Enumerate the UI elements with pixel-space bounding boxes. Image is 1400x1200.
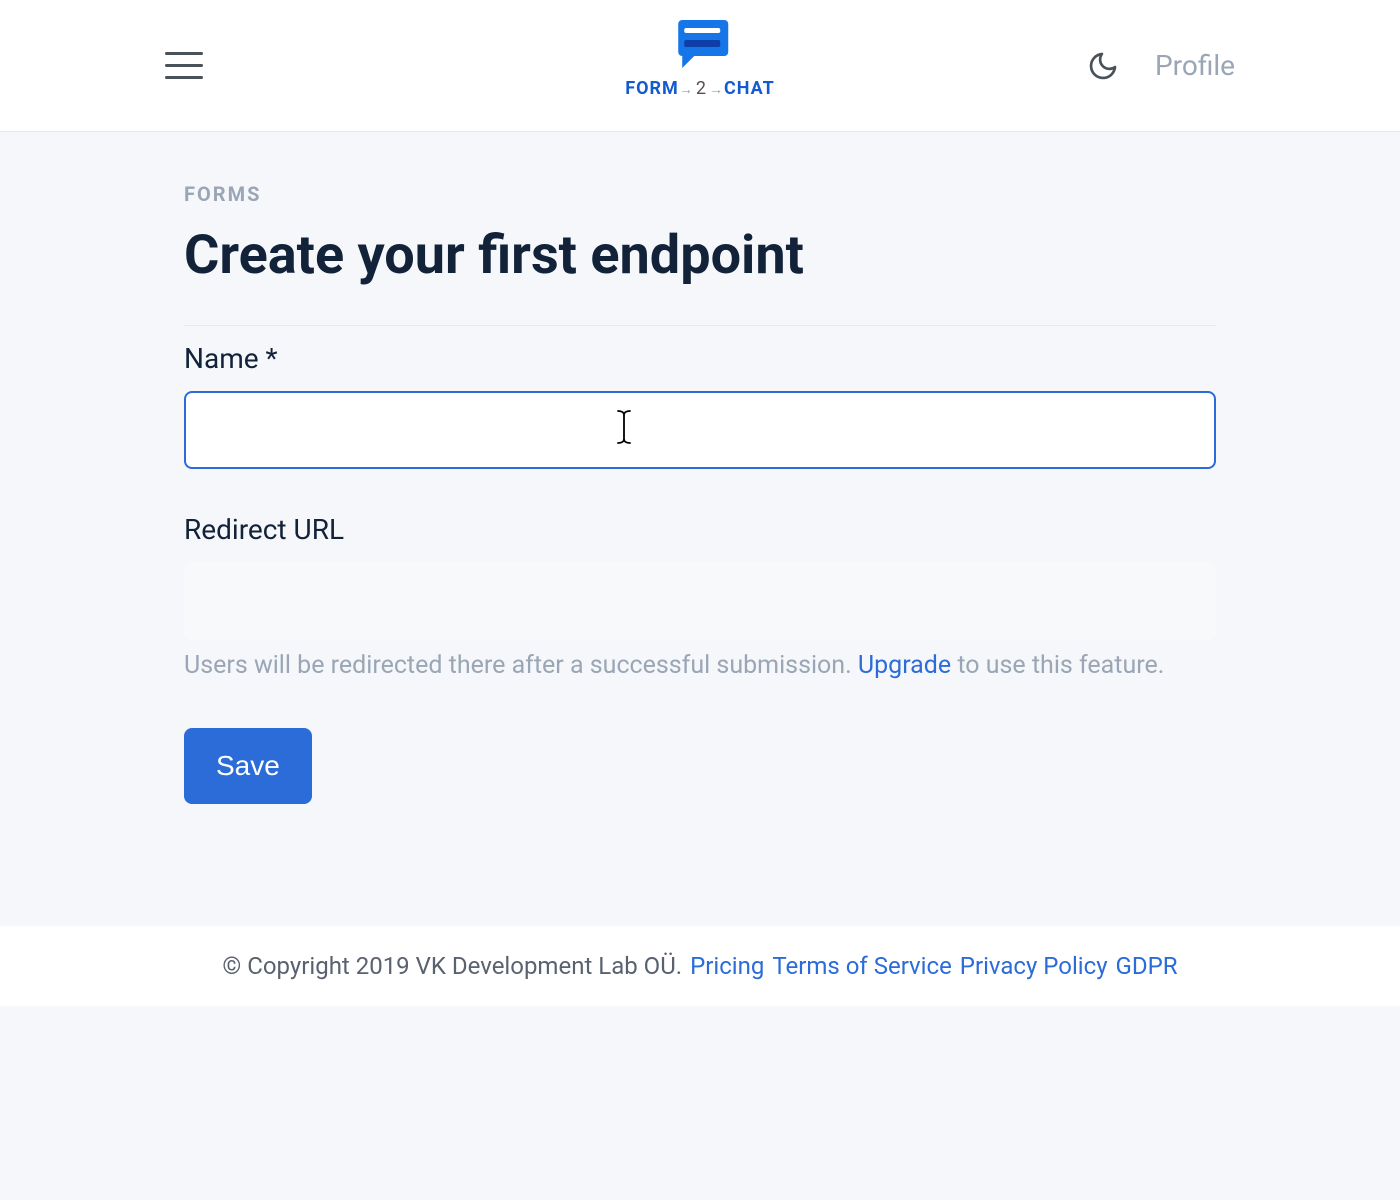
logo-icon: [664, 16, 736, 72]
helper-text-before: Users will be redirected there after a s…: [184, 651, 858, 680]
logo-word-form: FORM: [625, 78, 679, 99]
footer-tos-link[interactable]: Terms of Service: [772, 952, 951, 980]
name-label: Name *: [184, 342, 1216, 375]
header-right: Profile: [1087, 49, 1235, 82]
footer-gdpr-link[interactable]: GDPR: [1116, 952, 1178, 980]
name-input[interactable]: [184, 391, 1216, 469]
hamburger-menu-button[interactable]: [165, 52, 203, 79]
breadcrumb-eyebrow: FORMS: [184, 182, 1216, 206]
profile-link[interactable]: Profile: [1155, 49, 1235, 82]
page-title: Create your first endpoint: [184, 224, 1216, 287]
app-header: FORM→2→CHAT Profile: [0, 0, 1400, 132]
redirect-label: Redirect URL: [184, 513, 1216, 546]
footer-pricing-link[interactable]: Pricing: [690, 952, 764, 980]
logo-text: FORM→2→CHAT: [625, 78, 775, 99]
name-input-wrap: [184, 391, 1216, 469]
logo[interactable]: FORM→2→CHAT: [625, 16, 775, 99]
redirect-input-wrap: Users will be redirected there after a s…: [184, 562, 1216, 684]
footer-privacy-link[interactable]: Privacy Policy: [960, 952, 1108, 980]
footer: © Copyright 2019 VK Development Lab OÜ. …: [0, 926, 1400, 1006]
dark-mode-toggle[interactable]: [1087, 50, 1119, 82]
upgrade-link[interactable]: Upgrade: [858, 651, 951, 680]
helper-text-after: to use this feature.: [951, 651, 1164, 680]
redirect-url-input: [184, 562, 1216, 640]
redirect-helper-text: Users will be redirected there after a s…: [184, 648, 1216, 684]
header-left: [165, 52, 203, 79]
divider: [184, 325, 1216, 326]
logo-word-chat: CHAT: [724, 78, 775, 99]
logo-word-two: 2: [696, 78, 707, 99]
save-button[interactable]: Save: [184, 728, 312, 804]
footer-copyright: © Copyright 2019 VK Development Lab OÜ.: [222, 952, 682, 980]
page-content: FORMS Create your first endpoint Name * …: [0, 132, 1400, 804]
